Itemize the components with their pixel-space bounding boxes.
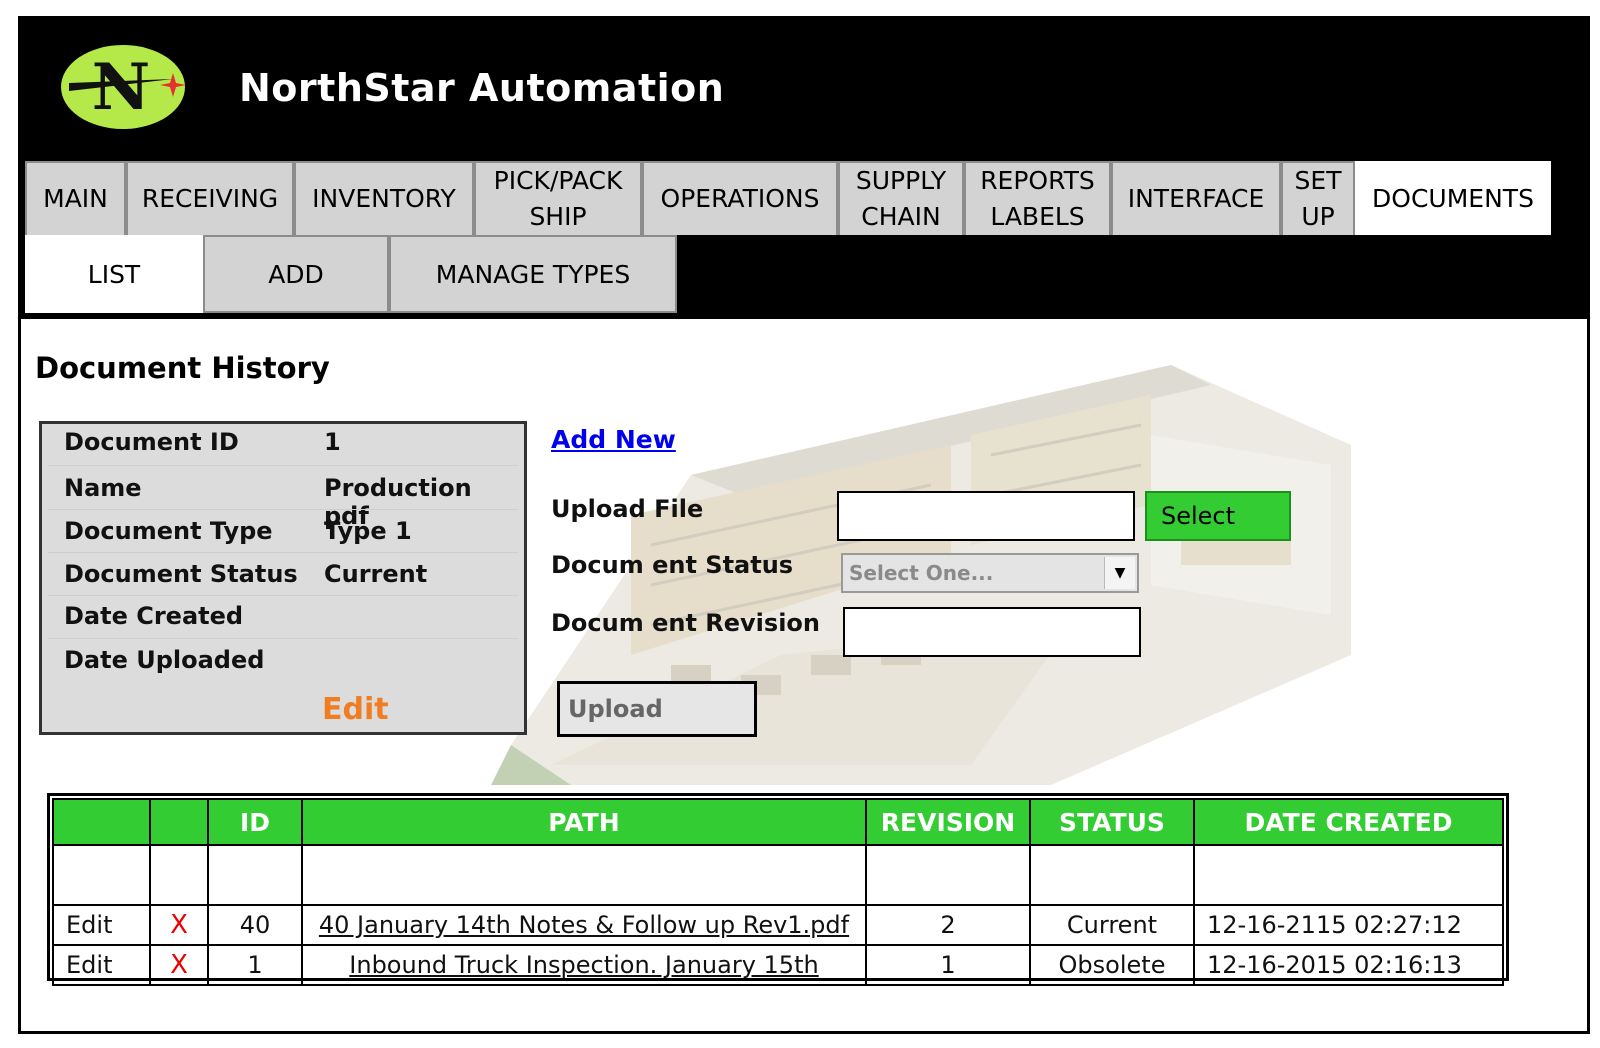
- detail-row: Document Type Type 1: [42, 517, 524, 557]
- upload-file-input[interactable]: [837, 491, 1135, 541]
- detail-label: Date Created: [64, 602, 244, 630]
- row-delete-icon[interactable]: X: [149, 904, 209, 946]
- row-status: Current: [1029, 904, 1195, 946]
- column-header-date-created[interactable]: DATE CREATED: [1193, 798, 1504, 846]
- document-detail-panel: Document ID 1 Name Production pdf Docume…: [39, 421, 527, 735]
- tab-documents[interactable]: DOCUMENTS: [1355, 161, 1551, 235]
- document-status-label: Docum ent Status: [551, 551, 794, 579]
- select-file-button[interactable]: Select: [1145, 491, 1291, 541]
- row-revision: 2: [865, 904, 1031, 946]
- tab-reports-labels[interactable]: REPORTS LABELS: [964, 161, 1111, 235]
- tab-set-up[interactable]: SET UP: [1281, 161, 1355, 235]
- tab-interface[interactable]: INTERFACE: [1111, 161, 1281, 235]
- detail-label: Date Uploaded: [64, 646, 265, 674]
- divider: [48, 638, 518, 639]
- document-revision-input[interactable]: [843, 607, 1141, 657]
- detail-row: Document Status Current: [42, 560, 524, 600]
- detail-value: Current: [324, 560, 428, 588]
- app-title: NorthStar Automation: [239, 66, 725, 110]
- main-content: Document History Document ID 1 Name Prod…: [21, 319, 1587, 1031]
- tab-inventory[interactable]: INVENTORY: [294, 161, 474, 235]
- svg-text:N: N: [92, 50, 151, 125]
- tab-pick-pack-ship[interactable]: PICK/PACK SHIP: [474, 161, 642, 235]
- northstar-logo: N: [61, 45, 186, 129]
- divider: [48, 552, 518, 553]
- row-date-created: 12-16-2015 02:16:13: [1193, 944, 1504, 986]
- detail-row: Date Created: [42, 602, 524, 642]
- subtab-manage-types[interactable]: MANAGE TYPES: [389, 235, 677, 313]
- edit-document-link[interactable]: Edit: [322, 692, 389, 727]
- row-id: 40: [207, 904, 303, 946]
- subtab-add[interactable]: ADD: [203, 235, 389, 313]
- tab-operations[interactable]: OPERATIONS: [642, 161, 838, 235]
- row-date-created: 12-16-2115 02:27:12: [1193, 904, 1504, 946]
- tab-receiving[interactable]: RECEIVING: [126, 161, 294, 235]
- document-revision-label: Docum ent Revision: [551, 609, 820, 637]
- main-nav: MAIN RECEIVING INVENTORY PICK/PACK SHIP …: [21, 161, 1587, 235]
- upload-file-label: Upload File: [551, 495, 704, 523]
- detail-value: Type 1: [324, 517, 412, 545]
- detail-label: Document Status: [64, 560, 298, 588]
- chevron-down-icon[interactable]: ▼: [1104, 557, 1135, 589]
- sub-nav: LIST ADD MANAGE TYPES: [21, 235, 1587, 319]
- row-path-link[interactable]: Inbound Truck Inspection. January 15th: [301, 944, 867, 986]
- upload-button[interactable]: Upload: [557, 681, 757, 737]
- detail-row: Name Production pdf: [42, 474, 524, 530]
- detail-row: Document ID 1: [42, 428, 524, 468]
- divider: [48, 595, 518, 596]
- document-status-selected: Select One...: [849, 561, 994, 585]
- add-new-link[interactable]: Add New: [551, 425, 676, 454]
- app-window: N NorthStar Automation MAIN RECEIVING IN…: [18, 16, 1590, 1034]
- detail-label: Name: [64, 474, 142, 502]
- tab-supply-chain[interactable]: SUPPLY CHAIN: [838, 161, 964, 235]
- document-status-select[interactable]: Select One... ▼: [841, 553, 1139, 593]
- column-header-id[interactable]: ID: [207, 798, 303, 846]
- divider: [48, 509, 518, 510]
- column-header-path[interactable]: PATH: [301, 798, 867, 846]
- column-header-delete: [149, 798, 209, 846]
- row-edit-link[interactable]: Edit: [52, 904, 151, 946]
- app-header: N NorthStar Automation: [21, 19, 1587, 161]
- detail-label: Document Type: [64, 517, 273, 545]
- page-title: Document History: [35, 351, 330, 385]
- table-row: Edit X 1 Inbound Truck Inspection. Janua…: [52, 944, 1504, 986]
- detail-value: 1: [324, 428, 341, 456]
- divider: [48, 465, 518, 466]
- row-delete-icon[interactable]: X: [149, 944, 209, 986]
- table-blank-row: [52, 845, 1504, 905]
- detail-row: Date Uploaded: [42, 646, 524, 686]
- column-header-edit: [52, 798, 151, 846]
- column-header-status[interactable]: STATUS: [1029, 798, 1195, 846]
- table-row: Edit X 40 40 January 14th Notes & Follow…: [52, 904, 1504, 946]
- column-header-revision[interactable]: REVISION: [865, 798, 1031, 846]
- row-id: 1: [207, 944, 303, 986]
- tab-main[interactable]: MAIN: [25, 161, 126, 235]
- row-revision: 1: [865, 944, 1031, 986]
- detail-label: Document ID: [64, 428, 239, 456]
- subtab-list[interactable]: LIST: [25, 235, 203, 313]
- document-history-table: ID PATH REVISION STATUS DATE CREATED Edi…: [47, 793, 1509, 986]
- row-path-link[interactable]: 40 January 14th Notes & Follow up Rev1.p…: [301, 904, 867, 946]
- table-header-row: ID PATH REVISION STATUS DATE CREATED: [52, 798, 1504, 846]
- row-status: Obsolete: [1029, 944, 1195, 986]
- row-edit-link[interactable]: Edit: [52, 944, 151, 986]
